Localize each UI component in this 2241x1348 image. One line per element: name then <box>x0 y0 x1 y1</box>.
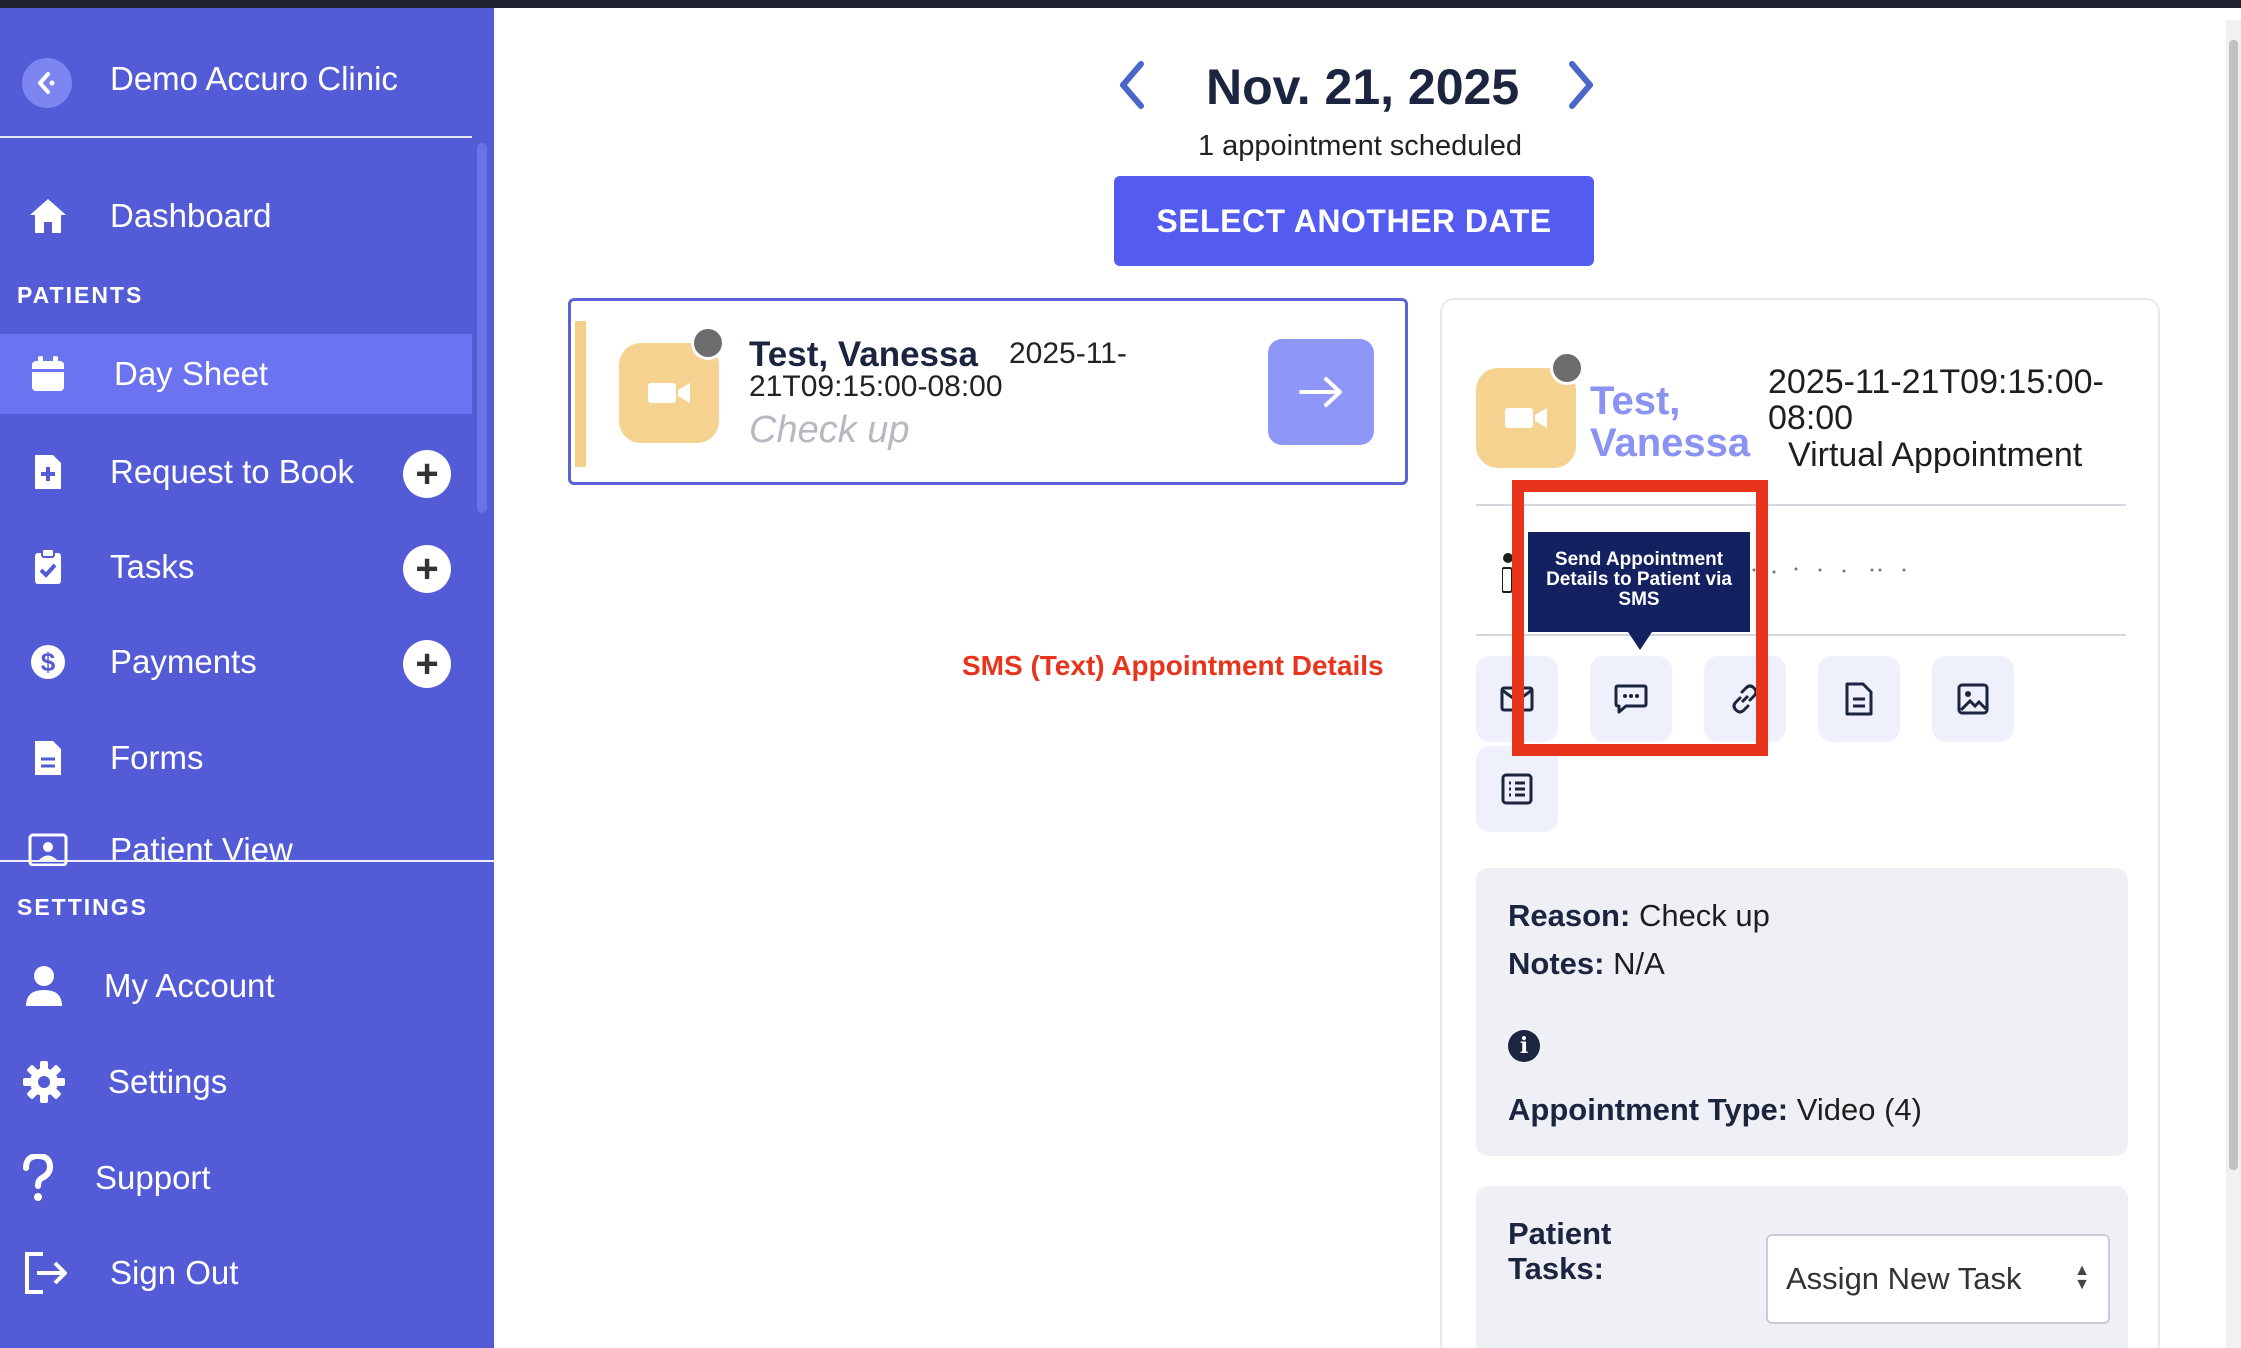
sidebar-item-label: Payments <box>110 643 257 680</box>
settings-section-label: SETTINGS <box>17 894 149 920</box>
sidebar-item-label: Sign Out <box>110 1254 239 1291</box>
sidebar-item-label: Support <box>95 1159 211 1196</box>
sidebar-item-my-account[interactable]: My Account <box>0 946 472 1026</box>
patients-section-label: PATIENTS <box>17 282 144 308</box>
add-payment-button[interactable]: + <box>403 640 451 688</box>
appointment-type-label: Appointment Type: <box>1508 1092 1789 1127</box>
assign-task-select[interactable]: Assign New Task ▲ ▼ <box>1766 1234 2110 1324</box>
detail-appointment-time: 2025-11-21T09:15:00-08:00 <box>1768 363 2104 437</box>
calendar-icon <box>24 352 72 396</box>
appointment-type-value: Video (4) <box>1796 1092 1922 1127</box>
clinic-header[interactable]: Demo Accuro Clinic <box>0 8 472 138</box>
image-icon <box>1957 683 1989 715</box>
sidebar-scrollbar[interactable] <box>477 143 487 513</box>
info-icon[interactable]: i <box>1508 1030 1540 1062</box>
assign-task-select-value: Assign New Task <box>1786 1261 2022 1296</box>
annotation-highlight-box <box>1512 480 1768 756</box>
add-task-button[interactable]: + <box>403 545 451 593</box>
detail-appointment-type: Virtual Appointment <box>1788 436 2083 474</box>
clinic-name: Demo Accuro Clinic <box>110 60 398 97</box>
sidebar-item-request-to-book[interactable]: Request to Book + <box>0 432 472 512</box>
reason-label: Reason: <box>1508 898 1631 933</box>
question-icon <box>14 1154 62 1201</box>
sidebar-item-dashboard[interactable]: Dashboard <box>0 176 472 256</box>
sidebar-divider <box>0 860 494 862</box>
sidebar-item-day-sheet[interactable]: Day Sheet <box>0 334 472 414</box>
detail-patient-name: Test, Vanessa <box>1590 379 1751 465</box>
appointment-count: 1 appointment scheduled <box>1197 130 1523 162</box>
open-appointment-button[interactable] <box>1268 339 1374 445</box>
page-scrollbar[interactable] <box>2226 20 2241 1348</box>
sidebar-item-label: Forms <box>110 739 204 776</box>
status-indicator <box>1550 351 1584 385</box>
notes-label: Notes: <box>1508 946 1605 981</box>
document-icon <box>1845 682 1873 716</box>
file-icon <box>24 736 72 780</box>
appointment-detail-panel: Test, Vanessa 2025-11-21T09:15:00-08:00 … <box>1440 298 2160 1348</box>
add-request-button[interactable]: + <box>403 450 451 498</box>
sign-out-icon <box>22 1251 70 1295</box>
appointment-type-line: Appointment Type: Video (4) <box>1508 1092 1922 1128</box>
annotation-label: SMS (Text) Appointment Details <box>962 650 1384 681</box>
sidebar-item-label: Settings <box>108 1063 228 1100</box>
appointment-reason: Check up <box>749 409 910 451</box>
patient-tasks-label: Patient Tasks: <box>1508 1216 1612 1286</box>
appointment-status-stripe <box>575 321 586 467</box>
clinic-logo-icon <box>22 58 72 108</box>
list-button[interactable] <box>1476 746 1558 832</box>
sidebar-item-label: Dashboard <box>110 197 272 234</box>
sidebar-item-label: Tasks <box>110 548 195 585</box>
image-button[interactable] <box>1932 656 2014 742</box>
reason-line: Reason: Check up <box>1508 898 1770 934</box>
sidebar-item-forms[interactable]: Forms <box>0 718 472 798</box>
gear-icon <box>20 1060 68 1104</box>
sidebar: Demo Accuro Clinic Dashboard PATIENTS Da… <box>0 8 494 1348</box>
svg-text:$: $ <box>41 647 56 677</box>
appointment-patient-name: Test, Vanessa <box>749 335 978 374</box>
sidebar-item-label: My Account <box>104 967 275 1004</box>
sidebar-item-patient-view[interactable]: Patient View <box>0 810 472 866</box>
sidebar-item-sign-out[interactable]: Sign Out <box>0 1233 472 1313</box>
sidebar-item-label: Request to Book <box>110 453 354 490</box>
window-top-bar <box>0 0 2241 8</box>
appointment-card[interactable]: 2025-11-21T09:15:00-08:00 Test, Vanessa … <box>568 298 1408 485</box>
sidebar-item-payments[interactable]: $ Payments + <box>0 622 472 702</box>
status-indicator <box>691 326 725 360</box>
sidebar-item-label: Day Sheet <box>114 355 269 392</box>
sidebar-item-settings[interactable]: Settings <box>0 1042 472 1122</box>
reason-value: Check up <box>1638 898 1770 933</box>
previous-date-chevron-icon[interactable] <box>1115 60 1149 115</box>
arrow-right-icon <box>1299 377 1342 407</box>
dollar-icon: $ <box>24 640 72 684</box>
page-title-date: Nov. 21, 2025 <box>1206 59 1520 115</box>
list-icon <box>1501 773 1533 805</box>
appointment-info-box: Reason: Check up Notes: N/A i Appointmen… <box>1476 868 2128 1156</box>
clipboard-check-icon <box>24 545 72 589</box>
file-plus-icon <box>24 450 72 494</box>
patient-tasks-box: Patient Tasks: Assign New Task ▲ ▼ <box>1476 1186 2128 1348</box>
sidebar-nav: Dashboard PATIENTS Day Sheet Request to … <box>0 138 494 866</box>
document-button[interactable] <box>1818 656 1900 742</box>
select-another-date-button[interactable]: SELECT ANOTHER DATE <box>1114 176 1594 266</box>
select-arrows-icon: ▲ ▼ <box>2074 1262 2090 1293</box>
notes-value: N/A <box>1613 946 1665 981</box>
page-scrollbar-thumb[interactable] <box>2229 40 2238 1170</box>
user-icon <box>20 964 68 1008</box>
next-date-chevron-icon[interactable] <box>1564 60 1598 115</box>
home-icon <box>24 194 72 238</box>
sidebar-item-tasks[interactable]: Tasks + <box>0 527 472 607</box>
notes-line: Notes: N/A <box>1508 946 1665 982</box>
sidebar-item-support[interactable]: Support <box>0 1138 472 1218</box>
